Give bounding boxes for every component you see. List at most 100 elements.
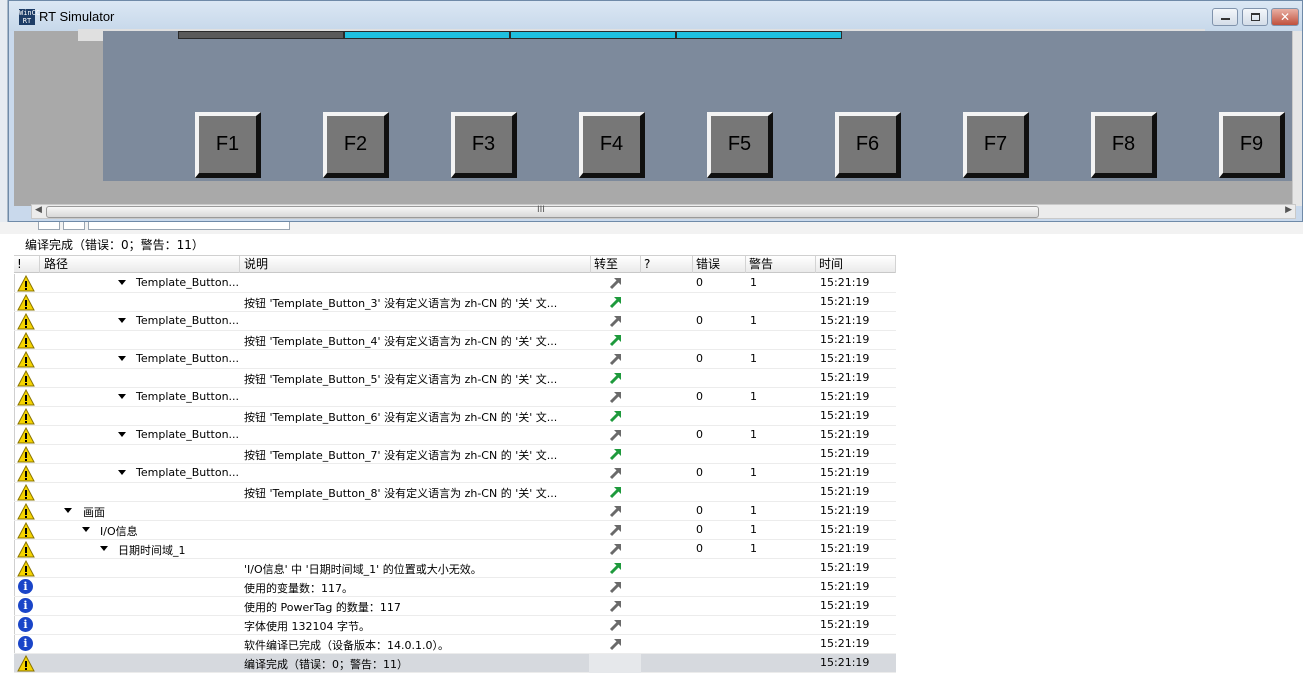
info-glyph: i (18, 636, 33, 651)
expand-arrow-icon[interactable] (118, 280, 126, 285)
function-key-f4[interactable]: F4 (579, 112, 645, 178)
minimize-button[interactable] (1212, 8, 1238, 26)
table-row[interactable]: 画面 0 1 15:21:19 (14, 502, 896, 521)
function-key-f8[interactable]: F8 (1091, 112, 1157, 178)
column-header-warnings[interactable]: 警告 (746, 256, 816, 273)
function-key-f5[interactable]: F5 (707, 112, 773, 178)
goto-arrow-icon[interactable] (609, 295, 623, 309)
expand-arrow-icon[interactable] (82, 527, 90, 532)
table-row[interactable]: Template_Button... 0 1 15:21:19 (14, 426, 896, 445)
goto-arrow-icon[interactable] (609, 276, 623, 290)
row-time: 15:21:19 (820, 447, 870, 460)
table-row[interactable]: i 字体使用 132104 字节。 15:21:19 (14, 616, 896, 635)
table-row[interactable]: 按钮 'Template_Button_6' 没有定义语言为 zh-CN 的 '… (14, 407, 896, 426)
toolbar-tab-stub[interactable] (38, 222, 60, 230)
row-errors: 0 (696, 466, 703, 479)
simulator-title-bar[interactable]: WinCC RT RT Simulator ✕ (9, 1, 1302, 31)
table-row[interactable]: i 使用的变量数：117。 15:21:19 (14, 578, 896, 597)
goto-arrow-icon[interactable] (609, 485, 623, 499)
table-row[interactable]: 按钮 'Template_Button_5' 没有定义语言为 zh-CN 的 '… (14, 369, 896, 388)
row-time: 15:21:19 (820, 618, 870, 631)
function-key-f9[interactable]: F9 (1219, 112, 1285, 178)
row-path: Template_Button... (136, 276, 240, 289)
row-time: 15:21:19 (820, 485, 870, 498)
expand-arrow-icon[interactable] (118, 432, 126, 437)
goto-arrow-icon[interactable] (609, 637, 623, 651)
goto-arrow-icon[interactable] (609, 504, 623, 518)
row-path: Template_Button... (136, 466, 240, 479)
row-time: 15:21:19 (820, 656, 870, 669)
warning-icon (17, 313, 35, 330)
table-row[interactable]: Template_Button... 0 1 15:21:19 (14, 388, 896, 407)
table-row[interactable]: Template_Button... 0 1 15:21:19 (14, 274, 896, 293)
column-header-errors[interactable]: 错误 (693, 256, 746, 273)
function-key-f1[interactable]: F1 (195, 112, 261, 178)
row-description: 按钮 'Template_Button_6' 没有定义语言为 zh-CN 的 '… (244, 411, 558, 424)
info-icon: i (17, 617, 35, 634)
goto-arrow-icon[interactable] (609, 580, 623, 594)
table-row[interactable]: 按钮 'Template_Button_8' 没有定义语言为 zh-CN 的 '… (14, 483, 896, 502)
column-header-description[interactable]: 说明 (241, 256, 591, 273)
row-time: 15:21:19 (820, 523, 870, 536)
goto-arrow-icon[interactable] (609, 542, 623, 556)
expand-arrow-icon[interactable] (64, 508, 72, 513)
goto-arrow-icon[interactable] (609, 618, 623, 632)
goto-arrow-icon[interactable] (609, 523, 623, 537)
hmi-top-bar-segment (344, 31, 510, 39)
warning-icon (17, 332, 35, 349)
messages-table-body: Template_Button... 0 1 15:21:19 按钮 'Template… (14, 274, 896, 673)
table-row[interactable]: 编译完成（错误：0；警告：11） 15:21:19 (14, 654, 896, 673)
goto-arrow-icon[interactable] (609, 390, 623, 404)
expand-arrow-icon[interactable] (118, 470, 126, 475)
table-row[interactable]: 'I/O信息' 中 '日期时间域_1' 的位置或大小无效。 15:21:19 (14, 559, 896, 578)
goto-arrow-icon[interactable] (609, 333, 623, 347)
column-header-goto[interactable]: 转至 (591, 256, 641, 273)
rt-simulator-window[interactable]: WinCC RT RT Simulator ✕ F1 F2 F3 F4 F5 F6 F7 F8 F… (8, 0, 1303, 222)
table-row[interactable]: 日期时间域_1 0 1 15:21:19 (14, 540, 896, 559)
expand-arrow-icon[interactable] (118, 394, 126, 399)
goto-arrow-icon[interactable] (609, 599, 623, 613)
table-row[interactable]: I/O信息 0 1 15:21:19 (14, 521, 896, 540)
column-header-path[interactable]: 路径 (41, 256, 240, 273)
table-row[interactable]: i 使用的 PowerTag 的数量：117 15:21:19 (14, 597, 896, 616)
scroll-left-arrow-icon[interactable]: ◀ (35, 205, 42, 215)
warning-icon (17, 351, 35, 368)
row-errors: 0 (696, 276, 703, 289)
column-header-flag[interactable]: ! (14, 256, 40, 273)
goto-arrow-icon[interactable] (609, 428, 623, 442)
scrollbar-thumb[interactable]: III (46, 205, 1039, 218)
function-key-f6[interactable]: F6 (835, 112, 901, 178)
expand-arrow-icon[interactable] (100, 546, 108, 551)
table-row[interactable]: Template_Button... 0 1 15:21:19 (14, 464, 896, 483)
simulator-vertical-scrollbar[interactable] (1292, 31, 1302, 206)
goto-arrow-icon[interactable] (609, 314, 623, 328)
toolbar-tab-stub[interactable] (63, 222, 85, 230)
row-errors: 0 (696, 542, 703, 555)
maximize-button[interactable] (1242, 8, 1268, 26)
table-row[interactable]: Template_Button... 0 1 15:21:19 (14, 350, 896, 369)
close-button[interactable]: ✕ (1271, 8, 1299, 26)
goto-arrow-icon[interactable] (609, 466, 623, 480)
goto-arrow-icon[interactable] (609, 447, 623, 461)
table-row[interactable]: i 软件编译已完成（设备版本：14.0.1.0）。 15:21:19 (14, 635, 896, 654)
goto-arrow-icon[interactable] (609, 561, 623, 575)
table-row[interactable]: 按钮 'Template_Button_7' 没有定义语言为 zh-CN 的 '… (14, 445, 896, 464)
info-glyph: i (18, 579, 33, 594)
function-key-f7[interactable]: F7 (963, 112, 1029, 178)
simulator-horizontal-scrollbar[interactable]: ◀ III ▶ (31, 204, 1296, 219)
column-header-question[interactable]: ? (641, 256, 693, 273)
table-row[interactable]: 按钮 'Template_Button_4' 没有定义语言为 zh-CN 的 '… (14, 331, 896, 350)
table-row[interactable]: Template_Button... 0 1 15:21:19 (14, 312, 896, 331)
function-key-f3[interactable]: F3 (451, 112, 517, 178)
function-key-f2[interactable]: F2 (323, 112, 389, 178)
table-row[interactable]: 按钮 'Template_Button_3' 没有定义语言为 zh-CN 的 '… (14, 293, 896, 312)
expand-arrow-icon[interactable] (118, 318, 126, 323)
scroll-right-arrow-icon[interactable]: ▶ (1285, 205, 1292, 215)
goto-arrow-icon[interactable] (609, 352, 623, 366)
goto-arrow-icon[interactable] (609, 409, 623, 423)
goto-arrow-icon[interactable] (609, 371, 623, 385)
hmi-top-bar-segment (178, 31, 344, 39)
expand-arrow-icon[interactable] (118, 356, 126, 361)
column-header-time[interactable]: 时间 (816, 256, 896, 273)
toolbar-field-stub[interactable] (88, 222, 290, 230)
